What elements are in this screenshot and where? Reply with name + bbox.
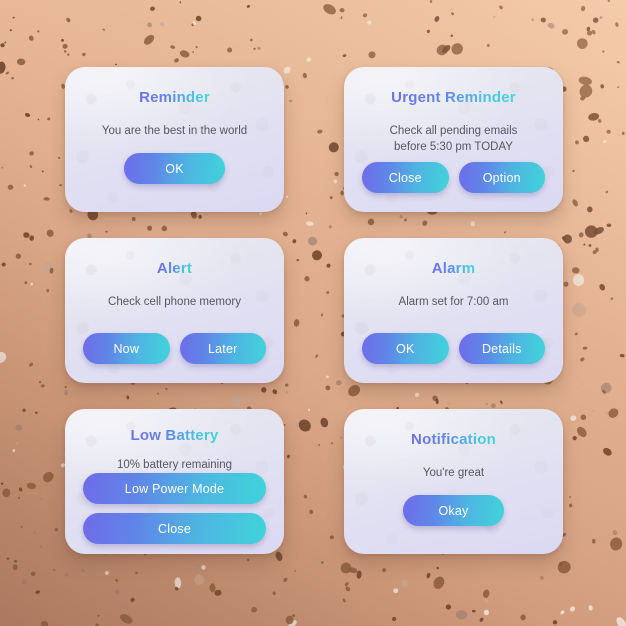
later-button[interactable]: Later — [179, 333, 266, 364]
dialog-card-alarm: Alarm Alarm set for 7:00 am OK Details — [344, 238, 563, 383]
card-message: Check all pending emails before 5:30 pm … — [389, 125, 518, 153]
card-message: Alarm set for 7:00 am — [398, 296, 509, 308]
card-content: Reminder You are the best in the world O… — [65, 67, 284, 212]
dialog-card-urgent-reminder: Urgent Reminder Check all pending emails… — [344, 67, 563, 212]
dialog-card-alert: Alert Check cell phone memory Now Later — [65, 238, 284, 383]
card-actions: OK — [83, 153, 266, 184]
okay-button[interactable]: Okay — [403, 495, 504, 526]
card-title: Notification — [411, 431, 496, 448]
wallpaper-stage: Reminder You are the best in the world O… — [0, 0, 626, 626]
card-message: 10% battery remaining — [116, 459, 233, 471]
card-message: You are the best in the world — [101, 125, 248, 137]
card-title: Low Battery — [130, 427, 219, 444]
details-button[interactable]: Details — [458, 333, 545, 364]
card-content: Alert Check cell phone memory Now Later — [65, 238, 284, 383]
card-content: Urgent Reminder Check all pending emails… — [344, 67, 563, 212]
close-button[interactable]: Close — [83, 513, 266, 544]
card-title: Urgent Reminder — [391, 89, 516, 106]
ok-button[interactable]: OK — [362, 333, 449, 364]
card-title: Reminder — [139, 89, 210, 106]
close-button[interactable]: Close — [362, 162, 449, 193]
ok-button[interactable]: OK — [124, 153, 225, 184]
card-title: Alarm — [431, 260, 476, 277]
card-title: Alert — [156, 260, 193, 277]
card-content: Alarm Alarm set for 7:00 am OK Details — [344, 238, 563, 383]
card-content: Notification You're great Okay — [344, 409, 563, 554]
card-actions: Okay — [362, 495, 545, 526]
card-actions: Now Later — [83, 333, 266, 364]
card-content: Low Battery 10% battery remaining Low Po… — [65, 409, 284, 554]
card-message: Check cell phone memory — [108, 296, 241, 308]
dialog-card-notification: Notification You're great Okay — [344, 409, 563, 554]
low-power-mode-button[interactable]: Low Power Mode — [83, 473, 266, 504]
dialog-card-low-battery: Low Battery 10% battery remaining Low Po… — [65, 409, 284, 554]
card-actions: Close Option — [362, 162, 545, 193]
option-button[interactable]: Option — [458, 162, 545, 193]
dialog-card-reminder: Reminder You are the best in the world O… — [65, 67, 284, 212]
card-actions: Low Power Mode Close — [83, 473, 266, 544]
card-message: You're great — [422, 467, 485, 479]
now-button[interactable]: Now — [83, 333, 170, 364]
card-actions: OK Details — [362, 333, 545, 364]
dialog-card-grid: Reminder You are the best in the world O… — [65, 67, 563, 559]
